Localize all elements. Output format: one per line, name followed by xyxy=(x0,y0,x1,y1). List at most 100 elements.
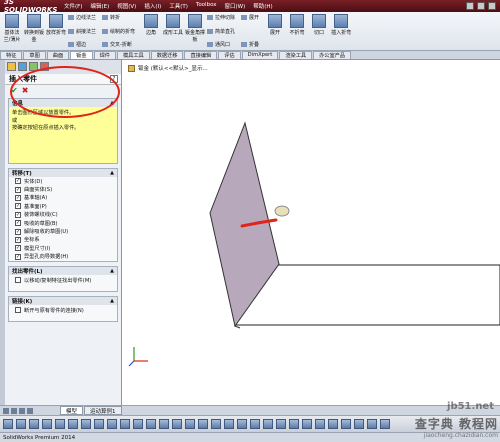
toolbar-icon[interactable] xyxy=(146,419,156,429)
toolbar-icon[interactable] xyxy=(172,419,182,429)
toolbar-icon[interactable] xyxy=(3,419,13,429)
menu-help[interactable]: 帮助(H) xyxy=(253,2,272,10)
miter-flange-button[interactable]: 斜接法兰 xyxy=(68,28,96,35)
break-link-option[interactable]: 断开与原有零件的连接(N) xyxy=(9,305,117,321)
transfer-solid-bodies[interactable]: 实体(D) xyxy=(9,177,117,185)
tab-data-migration[interactable]: 数据迁移 xyxy=(150,51,184,59)
toolbar-icon[interactable] xyxy=(263,419,273,429)
close-icon[interactable] xyxy=(488,2,496,10)
toolbar-icon[interactable] xyxy=(328,419,338,429)
menu-insert[interactable]: 插入(I) xyxy=(144,2,161,10)
convert-to-sheet-metal-button[interactable]: 转换到钣金 xyxy=(24,14,44,48)
tab-features[interactable]: 特征 xyxy=(0,51,23,59)
ok-check-icon[interactable]: ✔ xyxy=(11,86,18,95)
simple-hole-button[interactable]: 简单直孔 xyxy=(207,28,235,35)
toolbar-icon[interactable] xyxy=(354,419,364,429)
find-part-group-title[interactable]: 找出零件(L) ▲ xyxy=(9,266,117,275)
collapse-arrow-icon[interactable]: ▲ xyxy=(110,170,114,176)
cancel-x-icon[interactable]: ✖ xyxy=(22,86,29,95)
tab-sheet-metal[interactable]: 钣金 xyxy=(70,51,93,59)
checkbox[interactable] xyxy=(15,211,21,218)
toolbar-icon[interactable] xyxy=(211,419,221,429)
checkbox[interactable] xyxy=(15,178,21,185)
menu-file[interactable]: 文件(F) xyxy=(64,2,82,10)
sketched-bend-button[interactable]: 绘制的折弯 xyxy=(102,28,135,35)
collapse-arrow-icon[interactable]: ▲ xyxy=(110,298,114,304)
transfer-hole-wizard-data[interactable]: 异型孔向导数据(H) xyxy=(9,253,117,261)
fold-button[interactable]: 折叠 xyxy=(241,41,259,48)
dimxpert-tab-icon[interactable] xyxy=(40,62,49,71)
tab-dimxpert[interactable]: DimXpert xyxy=(241,51,279,59)
checkbox[interactable] xyxy=(15,253,21,260)
cross-break-button[interactable]: 交叉-折断 xyxy=(102,41,135,48)
tab-sketch[interactable]: 草图 xyxy=(23,51,46,59)
toolbar-icon[interactable] xyxy=(107,419,117,429)
toolbar-icon[interactable] xyxy=(120,419,130,429)
toolbar-icon[interactable] xyxy=(250,419,260,429)
gusset-button[interactable]: 钣金角撑板 xyxy=(185,14,205,48)
maximize-icon[interactable] xyxy=(477,2,485,10)
link-group-title[interactable]: 链接(K) ▲ xyxy=(9,296,117,305)
sheet-metal-plate[interactable] xyxy=(234,264,500,326)
last-tab-icon[interactable] xyxy=(27,407,33,414)
menu-window[interactable]: 窗口(W) xyxy=(225,2,246,10)
menu-tools[interactable]: 工具(T) xyxy=(169,2,188,10)
tab-model[interactable]: 模型 xyxy=(60,406,84,415)
configuration-tab-icon[interactable] xyxy=(29,62,38,71)
transfer-coordinate-systems[interactable]: 坐标系 xyxy=(9,236,117,244)
toolbar-icon[interactable] xyxy=(289,419,299,429)
origin-marker-icon[interactable] xyxy=(274,205,290,217)
toolbar-icon[interactable] xyxy=(29,419,39,429)
checkbox[interactable] xyxy=(15,276,21,283)
transfer-planes[interactable]: 基准面(P) xyxy=(9,202,117,210)
sheet-metal-model[interactable] xyxy=(122,60,500,405)
lofted-bend-button[interactable]: 放样折弯 xyxy=(46,14,66,48)
checkbox[interactable] xyxy=(15,228,21,235)
extruded-cut-button[interactable]: 拉伸切除 xyxy=(207,14,235,21)
vent-button[interactable]: 通风口 xyxy=(207,41,235,48)
tab-office-products[interactable]: 办公室产品 xyxy=(313,51,352,59)
toolbar-icon[interactable] xyxy=(94,419,104,429)
forming-tool-button[interactable]: 成形工具 xyxy=(163,14,183,48)
no-bends-button[interactable]: 不折弯 xyxy=(287,14,307,48)
toolbar-icon[interactable] xyxy=(68,419,78,429)
base-flange-button[interactable]: 基体法兰/薄片 xyxy=(2,14,22,48)
property-manager-tab-icon[interactable] xyxy=(18,62,27,71)
collapse-arrow-icon[interactable]: ▲ xyxy=(110,100,114,106)
transfer-unabsorbed-sketches[interactable]: 解除吸收的草图(U) xyxy=(9,227,117,235)
toolbar-icon[interactable] xyxy=(302,419,312,429)
toolbar-icon[interactable] xyxy=(133,419,143,429)
toolbar-icon[interactable] xyxy=(159,419,169,429)
insert-bends-button[interactable]: 插入折弯 xyxy=(331,14,351,48)
toolbar-icon[interactable] xyxy=(185,419,195,429)
tab-direct-editing[interactable]: 直接编辑 xyxy=(184,51,218,59)
toolbar-icon[interactable] xyxy=(16,419,26,429)
checkbox[interactable] xyxy=(15,236,21,243)
checkbox[interactable] xyxy=(15,194,21,201)
menu-edit[interactable]: 编辑(E) xyxy=(90,2,109,10)
prev-tab-icon[interactable] xyxy=(11,407,17,414)
help-button[interactable]: ? xyxy=(110,75,118,83)
transfer-surface-bodies[interactable]: 曲面实体(S) xyxy=(9,185,117,193)
next-tab-icon[interactable] xyxy=(19,407,25,414)
flatten-button[interactable]: 展开 xyxy=(265,14,285,48)
checkbox[interactable] xyxy=(15,220,21,227)
unfold-button[interactable]: 展开 xyxy=(241,14,259,21)
toolbar-icon[interactable] xyxy=(380,419,390,429)
transfer-model-dimensions[interactable]: 模型尺寸(I) xyxy=(9,244,117,252)
checkbox[interactable] xyxy=(15,186,21,193)
graphics-area[interactable]: 钣金 (默认<<默认>_显示... xyxy=(122,60,500,405)
tab-evaluate[interactable]: 评估 xyxy=(218,51,241,59)
transfer-cosmetic-threads[interactable]: 装饰螺纹线(C) xyxy=(9,211,117,219)
checkbox[interactable] xyxy=(15,245,21,252)
tab-surfaces[interactable]: 曲面 xyxy=(46,51,70,59)
locate-with-move-copy-option[interactable]: 以移动/复制特征找出零件(M) xyxy=(9,275,117,291)
toolbar-icon[interactable] xyxy=(237,419,247,429)
tab-render-tools[interactable]: 渲染工具 xyxy=(279,51,313,59)
tab-motion-study[interactable]: 运动算例1 xyxy=(84,406,122,415)
toolbar-icon[interactable] xyxy=(367,419,377,429)
hem-button[interactable]: 褶边 xyxy=(68,41,96,48)
toolbar-icon[interactable] xyxy=(341,419,351,429)
transfer-axes[interactable]: 基准轴(A) xyxy=(9,194,117,202)
rip-button[interactable]: 切口 xyxy=(309,14,329,48)
